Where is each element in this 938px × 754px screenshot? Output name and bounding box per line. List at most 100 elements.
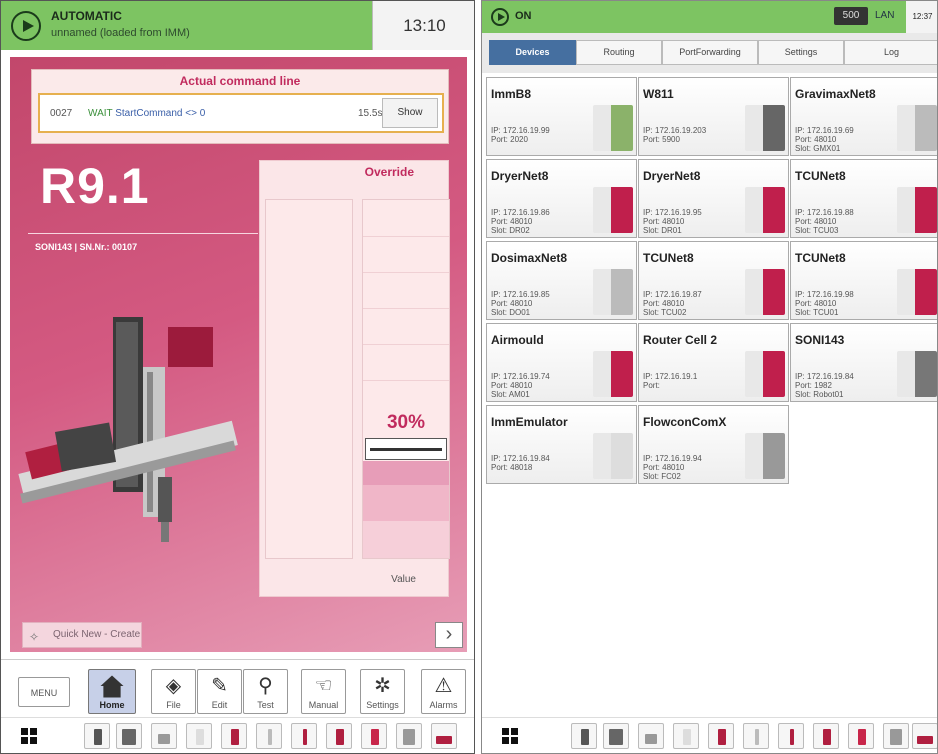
device-card[interactable]: TCUNet8 IP: 172.16.19.87 Port: 48010 Slot: … xyxy=(638,241,789,320)
fill-segment xyxy=(363,485,449,521)
device-card[interactable]: Router Cell 2 IP: 172.16.19.1 Port: xyxy=(638,323,789,402)
dosimax-icon[interactable] xyxy=(883,723,909,749)
segment xyxy=(363,308,449,309)
device-card[interactable]: W811 IP: 172.16.19.203 Port: 5900 xyxy=(638,77,789,156)
next-button[interactable]: › xyxy=(435,622,463,648)
override-slider[interactable]: 30% xyxy=(362,199,450,559)
override-panel: Override 30% Value xyxy=(259,160,450,597)
menu-button[interactable]: MENU xyxy=(18,677,70,707)
command-text: WAIT StartCommand <> 0 xyxy=(88,108,205,119)
device-card[interactable]: SONI143 IP: 172.16.19.84 Port: 1982 Slot: R… xyxy=(790,323,937,402)
tab-log[interactable]: Log xyxy=(844,40,937,65)
dosimax-icon[interactable] xyxy=(361,723,387,749)
device-info-line: IP: 172.16.19.84 xyxy=(491,454,550,463)
hand-icon[interactable] xyxy=(673,723,699,749)
tcu-icon[interactable] xyxy=(743,723,769,749)
segment xyxy=(363,272,449,273)
device-info-line: Slot: TCU03 xyxy=(795,226,839,235)
hand-icon[interactable] xyxy=(186,723,212,749)
dryer-icon[interactable] xyxy=(221,723,247,749)
tab-bar: Devices Routing PortForwarding Settings … xyxy=(482,33,937,73)
power-state: ON xyxy=(515,10,532,22)
dosimax-icon[interactable] xyxy=(396,723,422,749)
tab-devices[interactable]: Devices xyxy=(489,40,576,65)
hand-icon: ☜ xyxy=(314,675,333,697)
device-info-line: Port: 48010 xyxy=(795,217,837,226)
alarms-button[interactable]: ⚠ Alarms xyxy=(421,669,466,714)
edit-button[interactable]: ✎ Edit xyxy=(197,669,242,714)
device-card[interactable]: DryerNet8 IP: 172.16.19.86 Port: 48010 Slot… xyxy=(486,159,637,238)
device-name: DosimaxNet8 xyxy=(491,251,568,265)
device-info-line: Slot: FC02 xyxy=(643,472,681,481)
device-card[interactable]: TCUNet8 IP: 172.16.19.98 Port: 48010 Slot: … xyxy=(790,241,937,320)
device-icon[interactable] xyxy=(84,723,110,749)
fill-segment xyxy=(363,521,449,558)
device-card[interactable]: TCUNet8 IP: 172.16.19.88 Port: 48010 Slot: … xyxy=(790,159,937,238)
tablet-icon[interactable] xyxy=(116,723,142,749)
show-button[interactable]: Show xyxy=(382,98,438,128)
command-title: Actual command line xyxy=(179,74,301,88)
tab-settings[interactable]: Settings xyxy=(758,40,844,65)
windows-start-icon[interactable] xyxy=(21,728,37,744)
device-info: IP: 172.16.19.87 Port: 48010 Slot: TCU02 xyxy=(643,290,702,317)
tcu-icon[interactable] xyxy=(326,723,352,749)
device-icon[interactable] xyxy=(571,723,597,749)
device-card[interactable]: GravimaxNet8 IP: 172.16.19.69 Port: 48010 S… xyxy=(790,77,937,156)
device-name: DryerNet8 xyxy=(643,169,701,183)
clock: 13:10 xyxy=(372,1,474,50)
command-line: 0027 WAIT StartCommand <> 0 15.5s Show xyxy=(38,93,444,133)
device-info-line: Port: 48010 xyxy=(491,299,533,308)
divider xyxy=(28,233,258,234)
test-button[interactable]: ⚲ Test xyxy=(243,669,288,714)
device-image-icon xyxy=(897,105,937,151)
device-image-icon xyxy=(745,105,785,151)
gravimax-icon[interactable] xyxy=(638,723,664,749)
device-card[interactable]: ImmB8 IP: 172.16.19.99 Port: 2020 xyxy=(486,77,637,156)
device-info: IP: 172.16.19.69 Port: 48010 Slot: GMX01 xyxy=(795,126,854,153)
device-image-icon xyxy=(593,433,633,479)
taskbar xyxy=(1,717,474,753)
tablet-icon[interactable] xyxy=(603,723,629,749)
tab-portforwarding[interactable]: PortForwarding xyxy=(662,40,758,65)
device-info: IP: 172.16.19.203 Port: 5900 xyxy=(643,126,706,144)
device-info-line: Port: 1982 xyxy=(795,381,832,390)
command-panel: Actual command line 0027 WAIT StartComma… xyxy=(31,69,449,144)
device-card[interactable]: DryerNet8 IP: 172.16.19.95 Port: 48010 Slot… xyxy=(638,159,789,238)
home-button[interactable]: Home xyxy=(88,669,136,714)
quick-new-create-button[interactable]: ✧ Quick New - Create xyxy=(22,622,142,648)
value-label: Value xyxy=(391,574,416,585)
device-info: IP: 172.16.19.86 Port: 48010 Slot: DR02 xyxy=(491,208,550,235)
router-icon[interactable] xyxy=(912,723,937,749)
device-card[interactable]: DosimaxNet8 IP: 172.16.19.85 Port: 48010 Sl… xyxy=(486,241,637,320)
device-info-line: Port: 48010 xyxy=(643,463,685,472)
dosimax-icon[interactable] xyxy=(848,723,874,749)
file-button[interactable]: ◈ File xyxy=(151,669,196,714)
antenna-icon[interactable] xyxy=(291,723,317,749)
settings-button[interactable]: ✲ Settings xyxy=(360,669,405,714)
tcu-icon[interactable] xyxy=(256,723,282,749)
device-card[interactable]: FlowconComX IP: 172.16.19.94 Port: 48010 Sl… xyxy=(638,405,789,484)
override-history xyxy=(265,199,353,559)
device-info-line: IP: 172.16.19.94 xyxy=(643,454,702,463)
device-image-icon xyxy=(593,351,633,397)
bottom-navigation: MENU Home ◈ File ✎ Edit ⚲ Test ☜ Manual ✲ Set… xyxy=(1,659,474,719)
robot-serial: SONI143 | SN.Nr.: 00107 xyxy=(35,242,138,252)
tcu-icon[interactable] xyxy=(813,723,839,749)
device-info: IP: 172.16.19.84 Port: 48018 xyxy=(491,454,550,472)
device-image-icon xyxy=(745,433,785,479)
device-image-icon xyxy=(593,269,633,315)
device-card[interactable]: Airmould IP: 172.16.19.74 Port: 48010 Slot:… xyxy=(486,323,637,402)
play-icon[interactable] xyxy=(491,8,509,26)
tab-routing[interactable]: Routing xyxy=(576,40,662,65)
router-icon[interactable] xyxy=(431,723,457,749)
antenna-icon[interactable] xyxy=(778,723,804,749)
gravimax-icon[interactable] xyxy=(151,723,177,749)
slider-handle[interactable] xyxy=(365,438,447,460)
robot-image xyxy=(18,317,238,542)
device-image-icon xyxy=(897,187,937,233)
play-icon[interactable] xyxy=(11,11,41,41)
device-card[interactable]: ImmEmulator IP: 172.16.19.84 Port: 48018 xyxy=(486,405,637,484)
dryer-icon[interactable] xyxy=(708,723,734,749)
manual-button[interactable]: ☜ Manual xyxy=(301,669,346,714)
windows-start-icon[interactable] xyxy=(502,728,518,744)
